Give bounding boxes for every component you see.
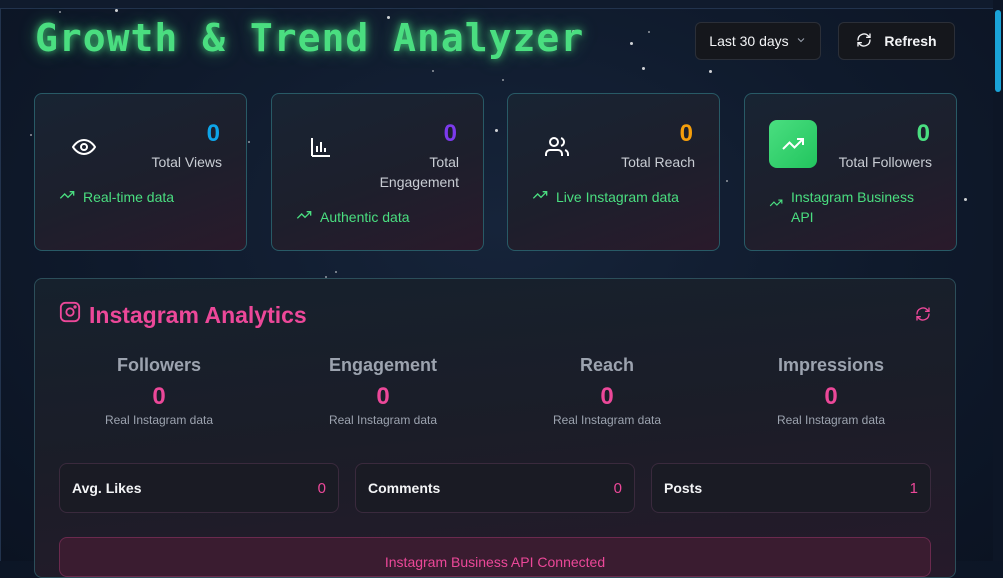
metric-followers: Followers 0 Real Instagram data	[104, 355, 214, 427]
refresh-button[interactable]: Refresh	[838, 22, 955, 60]
page-title: Growth & Trend Analyzer	[35, 16, 585, 60]
trending-up-icon	[769, 120, 817, 168]
left-border	[0, 8, 1, 561]
stat-card-reach: 0 Total Reach Live Instagram data	[507, 93, 720, 251]
metric-reach: Reach 0 Real Instagram data	[552, 355, 662, 427]
eye-icon	[69, 132, 99, 162]
users-icon	[542, 132, 572, 162]
scrollbar-thumb[interactable]	[995, 10, 1001, 92]
stat-value: 0	[206, 120, 220, 147]
stat-card-followers: 0 Total Followers Instagram Business API	[744, 93, 957, 251]
stat-value: 0	[443, 120, 457, 147]
stat-value: 0	[679, 120, 693, 147]
panel-title: Instagram Analytics	[59, 301, 307, 329]
top-border	[0, 0, 1003, 9]
stat-label: Total Engagement	[379, 154, 459, 190]
instagram-icon	[59, 301, 81, 329]
stat-card-views: 0 Total Views Real-time data	[34, 93, 247, 251]
stat-card-engagement: 0 Total Engagement Authentic data	[271, 93, 484, 251]
page-scrollbar[interactable]	[993, 0, 1003, 561]
bar-chart-icon	[306, 132, 336, 162]
stat-label: Total Followers	[838, 154, 932, 170]
stat-footnote: Authentic data	[296, 207, 410, 228]
stat-label: Total Reach	[621, 154, 695, 170]
metric-impressions: Impressions 0 Real Instagram data	[776, 355, 886, 427]
date-range-value: Last 30 days	[709, 33, 789, 49]
detail-posts: Posts 1	[651, 463, 931, 513]
stat-footnote: Live Instagram data	[532, 187, 679, 208]
api-status-banner: Instagram Business API Connected	[59, 537, 931, 577]
metric-engagement: Engagement 0 Real Instagram data	[328, 355, 438, 427]
trending-up-icon	[532, 187, 548, 208]
stat-footnote: Real-time data	[59, 187, 174, 208]
trending-up-icon	[296, 207, 312, 228]
trending-up-icon	[769, 195, 783, 215]
detail-avg-likes: Avg. Likes 0	[59, 463, 339, 513]
trending-up-icon	[59, 187, 75, 208]
stat-footnote: Instagram Business API	[769, 187, 929, 227]
analytics-refresh-icon[interactable]	[915, 306, 931, 327]
detail-comments: Comments 0	[355, 463, 635, 513]
date-range-select[interactable]: Last 30 days	[695, 22, 821, 60]
refresh-label: Refresh	[884, 33, 937, 49]
stat-value: 0	[916, 120, 930, 147]
chevron-down-icon	[795, 33, 807, 49]
stat-label: Total Views	[151, 154, 222, 170]
refresh-icon	[856, 32, 872, 51]
instagram-analytics-panel: Instagram Analytics Followers 0 Real Ins…	[34, 278, 956, 578]
